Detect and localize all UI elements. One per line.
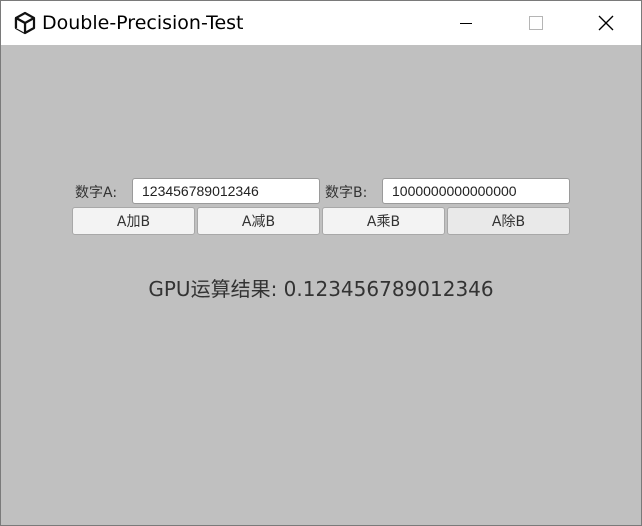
- maximize-icon: [529, 16, 543, 30]
- minimize-icon: [460, 23, 472, 24]
- title-bar[interactable]: Double-Precision-Test: [1, 1, 641, 45]
- unity-logo-icon: [14, 11, 36, 35]
- multiply-button[interactable]: A乘B: [322, 207, 445, 235]
- number-b-label: 数字B:: [325, 185, 368, 201]
- app-window: Double-Precision-Test 数字A: 1234567890123…: [0, 0, 642, 526]
- add-button[interactable]: A加B: [72, 207, 195, 235]
- gpu-result-text: GPU运算结果: 0.123456789012346: [148, 277, 494, 301]
- subtract-button[interactable]: A减B: [197, 207, 320, 235]
- maximize-button[interactable]: [513, 1, 559, 45]
- divide-button[interactable]: A除B: [447, 207, 570, 235]
- number-b-input[interactable]: 1000000000000000: [382, 178, 570, 204]
- close-button[interactable]: [583, 1, 629, 45]
- window-title: Double-Precision-Test: [42, 12, 244, 34]
- number-a-label: 数字A:: [75, 185, 118, 201]
- minimize-button[interactable]: [443, 1, 489, 45]
- number-a-input[interactable]: 123456789012346: [132, 178, 320, 204]
- close-icon: [598, 15, 614, 31]
- client-area: 数字A: 123456789012346 数字B: 10000000000000…: [1, 45, 641, 525]
